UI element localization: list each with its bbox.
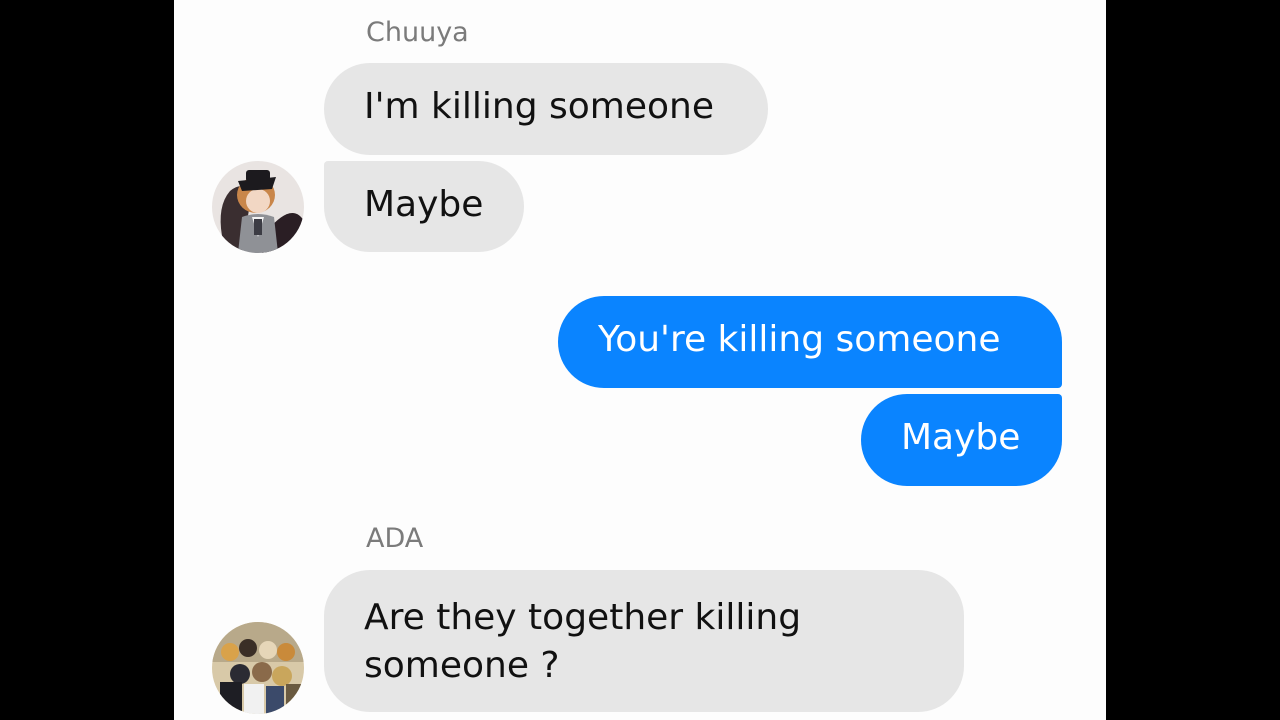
chuuya-avatar-icon[interactable] xyxy=(212,161,304,253)
ada-group-avatar-icon[interactable] xyxy=(212,622,304,714)
sender-name-ada: ADA xyxy=(366,523,424,554)
message-bubble-incoming[interactable]: I'm killing someone xyxy=(324,63,768,155)
message-bubble-incoming[interactable]: Are they together killing someone ? xyxy=(324,570,964,712)
message-bubble-incoming[interactable]: Maybe xyxy=(324,161,524,252)
chat-screen: Chuuya I'm killing someone Maybe You're … xyxy=(174,0,1106,720)
message-bubble-outgoing[interactable]: You're killing someone xyxy=(558,296,1062,388)
message-bubble-outgoing[interactable]: Maybe xyxy=(861,394,1062,486)
sender-name-chuuya: Chuuya xyxy=(366,17,469,48)
